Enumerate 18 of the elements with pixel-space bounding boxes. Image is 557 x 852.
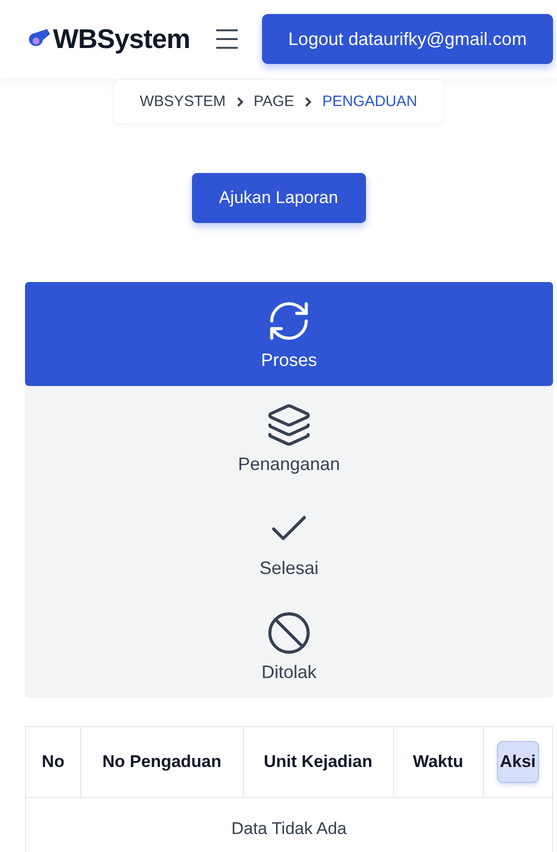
- submit-report-button[interactable]: Ajukan Laporan: [192, 173, 366, 223]
- column-header: Waktu: [393, 726, 484, 798]
- ban-icon: [266, 610, 312, 656]
- status-tab[interactable]: Selesai: [25, 490, 553, 594]
- layers-icon: [266, 402, 312, 448]
- breadcrumb-link[interactable]: WBSYSTEM: [140, 93, 226, 110]
- empty-message: Data Tidak Ada: [26, 798, 552, 852]
- logout-button[interactable]: Logout dataurifky@gmail.com: [262, 14, 553, 64]
- column-header: Aksi: [483, 726, 552, 798]
- column-header: No: [26, 726, 81, 798]
- brand-name: WBSystem: [53, 24, 190, 54]
- status-tab[interactable]: Proses: [25, 282, 553, 386]
- column-header: Unit Kejadian: [243, 726, 394, 798]
- status-tab[interactable]: Ditolak: [25, 594, 553, 698]
- status-tab[interactable]: Penanganan: [25, 386, 553, 490]
- breadcrumb-link[interactable]: PAGE: [254, 93, 294, 110]
- breadcrumb-link[interactable]: PENGADUAN: [322, 93, 418, 110]
- column-header: No Pengaduan: [80, 726, 244, 798]
